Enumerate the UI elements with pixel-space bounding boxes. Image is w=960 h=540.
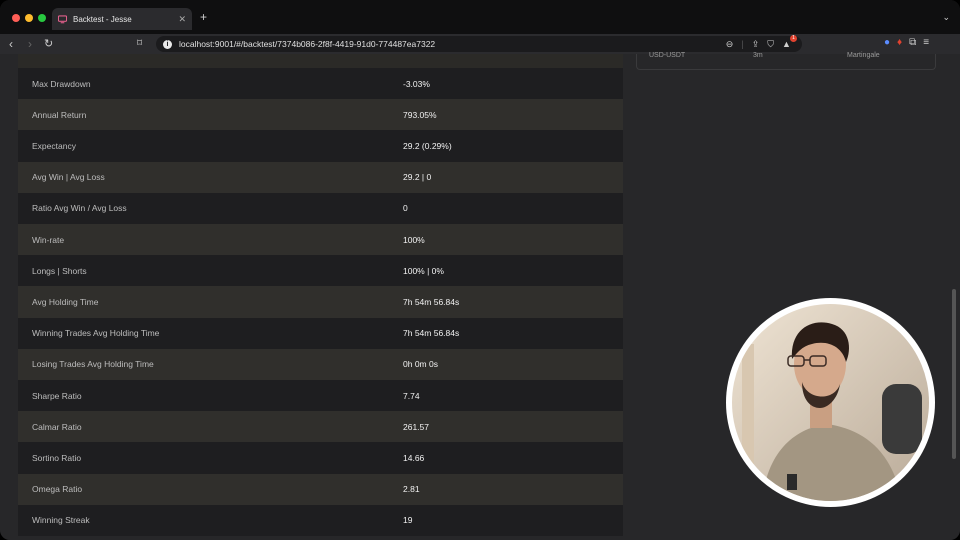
metric-value: 100% xyxy=(403,234,425,245)
route-strategy: Martingale xyxy=(847,52,880,59)
rewards-icon[interactable]: ▲ 1 xyxy=(782,35,797,49)
metric-label: Avg Holding Time xyxy=(32,296,99,307)
browser-toolbar: ‹ › ↻ ⌑ i localhost:9001/#/backtest/7374… xyxy=(0,34,960,54)
metric-value: 100% | 0% xyxy=(403,265,444,276)
table-row: Avg Win | Avg Loss 29.2 | 0 xyxy=(18,161,623,193)
site-info-icon[interactable]: i xyxy=(163,39,172,49)
table-row: Expectancy 29.2 (0.29%) xyxy=(18,130,623,162)
address-bar[interactable]: i localhost:9001/#/backtest/7374b086-2f8… xyxy=(156,35,802,52)
chevron-down-icon[interactable]: ⌄ xyxy=(942,12,950,23)
metric-value: 7h 54m 56.84s xyxy=(403,296,460,307)
brave-shield-icon[interactable]: ⛉ xyxy=(767,39,774,50)
routes-table-bottom: USD-USDT 3m Martingale xyxy=(636,52,936,70)
extension-icon[interactable]: ● xyxy=(884,37,890,48)
monitor-icon xyxy=(58,14,67,24)
metric-label: Winning Streak xyxy=(32,515,90,526)
bookmark-icon[interactable]: ⌑ xyxy=(137,36,142,52)
metric-label: Winning Trades Avg Holding Time xyxy=(32,328,160,339)
webcam-overlay xyxy=(726,298,935,507)
table-row: Max Drawdown -3.03% xyxy=(18,68,623,100)
browser-window: Backtest - Jesse ✕ + ⌄ ‹ › ↻ ⌑ i localho… xyxy=(0,0,960,540)
new-tab-button[interactable]: + xyxy=(200,11,207,23)
metric-label: Losing Trades Avg Holding Time xyxy=(32,359,154,370)
zoom-icon[interactable]: ⊖ xyxy=(726,39,734,50)
metric-value: 7h 54m 56.84s xyxy=(403,328,460,339)
table-row: Winning Streak 19 xyxy=(18,504,623,536)
metric-value: 7.74 xyxy=(403,390,420,401)
metric-label: Annual Return xyxy=(32,109,87,120)
metric-label: Omega Ratio xyxy=(32,484,83,495)
metric-label: Sharpe Ratio xyxy=(32,390,82,401)
metric-value: 14.66 xyxy=(403,452,425,463)
metric-label: Avg Win | Avg Loss xyxy=(32,172,105,183)
table-row: Calmar Ratio 261.57 xyxy=(18,411,623,443)
share-icon[interactable]: ⇪ xyxy=(752,39,760,50)
extensions-puzzle-icon[interactable]: ⧉ xyxy=(909,37,916,48)
metric-value: 2.81 xyxy=(403,484,420,495)
metric-value: 261.57 xyxy=(403,421,429,432)
metric-label: Ratio Avg Win / Avg Loss xyxy=(32,203,127,214)
metric-label: Calmar Ratio xyxy=(32,421,82,432)
metric-value: 0h 0m 0s xyxy=(403,359,438,370)
close-window-button[interactable] xyxy=(12,14,20,22)
route-symbol: USD-USDT xyxy=(649,52,686,59)
table-row: Avg Holding Time 7h 54m 56.84s xyxy=(18,286,623,318)
metric-value: 29.2 | 0 xyxy=(403,172,432,183)
table-row: Losing Trades Avg Holding Time 0h 0m 0s xyxy=(18,348,623,380)
url-text: localhost:9001/#/backtest/7374b086-2f8f-… xyxy=(179,39,436,49)
metric-label: Max Drawdown xyxy=(32,78,91,89)
forward-button[interactable]: › xyxy=(28,36,32,52)
table-row: Sharpe Ratio 7.74 xyxy=(18,380,623,412)
metrics-table: Max Drawdown -3.03% Annual Return 793.05% Ex… xyxy=(18,54,623,540)
maximize-window-button[interactable] xyxy=(38,14,46,22)
metric-label: Sortino Ratio xyxy=(32,452,82,463)
back-button[interactable]: ‹ xyxy=(9,36,13,52)
reload-button[interactable]: ↻ xyxy=(44,36,53,52)
scrollbar[interactable] xyxy=(952,289,956,459)
table-row: Sortino Ratio 14.66 xyxy=(18,442,623,474)
extension-icon[interactable]: ♦ xyxy=(897,37,902,48)
metric-value: 793.05% xyxy=(403,109,437,120)
metric-label: Win-rate xyxy=(32,234,65,245)
table-row: Winning Trades Avg Holding Time 7h 54m 56… xyxy=(18,317,623,349)
tab-backtest[interactable]: Backtest - Jesse ✕ xyxy=(52,8,192,30)
metric-value: -3.03% xyxy=(403,78,430,89)
tab-strip: Backtest - Jesse ✕ + ⌄ xyxy=(0,0,960,34)
table-row: Longs | Shorts 100% | 0% xyxy=(18,255,623,287)
metric-value: 29.2 (0.29%) xyxy=(403,140,452,151)
table-row: Omega Ratio 2.81 xyxy=(18,473,623,505)
minimize-window-button[interactable] xyxy=(25,14,33,22)
route-timeframe: 3m xyxy=(753,52,763,59)
close-tab-icon[interactable]: ✕ xyxy=(178,14,186,25)
table-row: Ratio Avg Win / Avg Loss 0 xyxy=(18,192,623,224)
metric-value: 0 xyxy=(403,203,408,214)
tab-title: Backtest - Jesse xyxy=(73,14,132,24)
metric-value: 19 xyxy=(403,515,413,526)
metric-label: Longs | Shorts xyxy=(32,265,87,276)
divider: | xyxy=(741,39,744,49)
metric-label: Expectancy xyxy=(32,140,76,151)
menu-icon[interactable]: ≡ xyxy=(923,37,929,48)
presenter-image xyxy=(732,304,929,501)
table-row: Annual Return 793.05% xyxy=(18,99,623,131)
table-row: Win-rate 100% xyxy=(18,224,623,256)
